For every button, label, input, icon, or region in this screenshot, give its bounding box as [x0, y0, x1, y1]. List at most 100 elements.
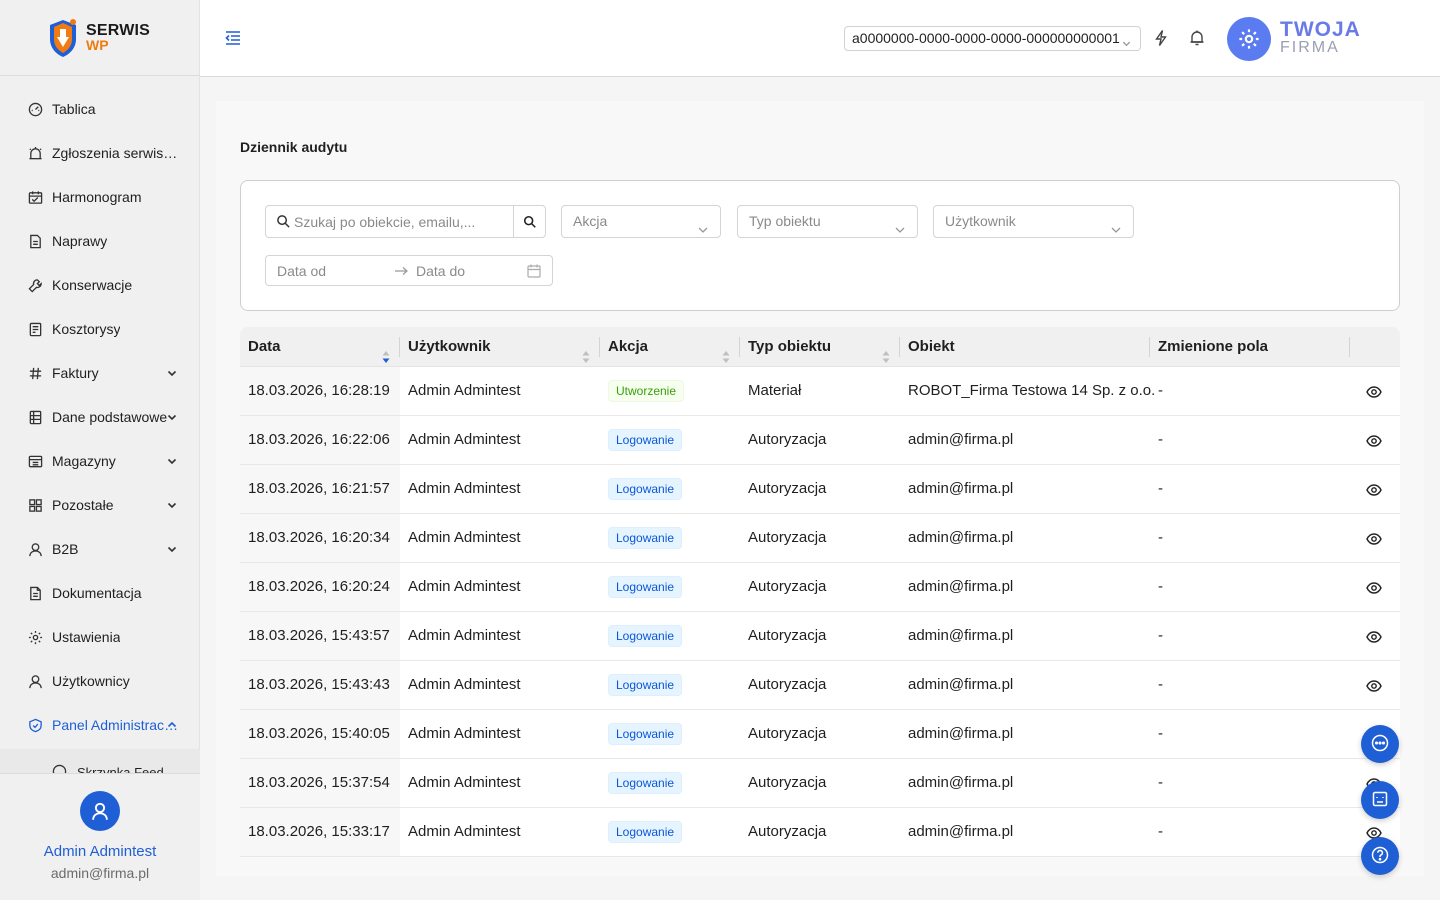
- sort-icon[interactable]: [382, 340, 390, 363]
- cell-user: Admin Admintest: [408, 774, 521, 791]
- sidebar-item-harmonogram[interactable]: Harmonogram: [0, 175, 200, 219]
- date-range-picker[interactable]: Data od Data do: [265, 255, 553, 286]
- sidebar-item-faktury[interactable]: Faktury: [0, 351, 200, 395]
- sidebar-item-konserwacje[interactable]: Konserwacje: [0, 263, 200, 307]
- sidebar-item-tablica[interactable]: Tablica: [0, 87, 200, 131]
- company-line1: TWOJA: [1280, 18, 1361, 41]
- company-logo[interactable]: TWOJA FIRMA: [1227, 17, 1361, 61]
- avatar[interactable]: [80, 791, 120, 831]
- chat-button[interactable]: [1361, 725, 1399, 763]
- sort-icon[interactable]: [882, 340, 890, 363]
- eye-icon[interactable]: [1366, 629, 1382, 645]
- user-select-placeholder: Użytkownik: [945, 213, 1016, 229]
- user-icon: [27, 541, 43, 557]
- sidebar-item-magazyny[interactable]: Magazyny: [0, 439, 200, 483]
- table-row[interactable]: 18.03.2026, 15:40:05 Admin Admintest Logow…: [240, 710, 1400, 759]
- chevron-down-icon[interactable]: [166, 454, 178, 466]
- lightning-icon[interactable]: [1151, 28, 1171, 48]
- top-header: a0000000-0000-0000-0000-000000000001 TWO…: [200, 0, 1440, 77]
- sidebar-item-label: Użytkownicy: [52, 673, 130, 689]
- search-button[interactable]: [513, 206, 545, 237]
- date-to-input[interactable]: Data do: [416, 263, 465, 279]
- shield-icon: [27, 717, 43, 733]
- eye-icon[interactable]: [1366, 531, 1382, 547]
- eye-icon[interactable]: [1366, 384, 1382, 400]
- arrow-right-icon: [394, 264, 408, 278]
- menu-collapse-icon[interactable]: [224, 29, 242, 47]
- sidebar-item-pozostale[interactable]: Pozostałe: [0, 483, 200, 527]
- help-button[interactable]: [1361, 837, 1399, 875]
- chevron-down-icon: [1121, 33, 1132, 47]
- sidebar-subitem-skrzynka-feed[interactable]: Skrzynka Feed: [0, 750, 200, 773]
- table-row[interactable]: 18.03.2026, 16:20:24 Admin Admintest Logow…: [240, 563, 1400, 612]
- column-header-data[interactable]: Data: [240, 327, 400, 367]
- table-row[interactable]: 18.03.2026, 15:33:17 Admin Admintest Logow…: [240, 808, 1400, 857]
- cell-date: 18.03.2026, 16:20:24: [240, 563, 400, 611]
- chevron-down-icon[interactable]: [166, 410, 178, 422]
- sidebar-item-zgloszenia[interactable]: Zgłoszenia serwisowe: [0, 131, 200, 175]
- sidebar-item-b2b[interactable]: B2B: [0, 527, 200, 571]
- users-icon: [27, 673, 43, 689]
- chevron-down-icon[interactable]: [166, 498, 178, 510]
- chevron-down-icon[interactable]: [166, 542, 178, 554]
- eye-icon[interactable]: [1366, 482, 1382, 498]
- tenant-select[interactable]: a0000000-0000-0000-0000-000000000001: [844, 26, 1141, 51]
- sidebar-item-label: Dokumentacja: [52, 585, 142, 601]
- calendar-icon: [527, 264, 541, 278]
- action-select[interactable]: Akcja: [561, 205, 721, 238]
- action-tag: Logowanie: [608, 821, 683, 843]
- chevron-up-icon[interactable]: [166, 718, 178, 730]
- cell-date: 18.03.2026, 16:22:06: [240, 416, 400, 464]
- search-field: [265, 205, 546, 238]
- sidebar-item-label: B2B: [52, 541, 79, 557]
- table-row[interactable]: 18.03.2026, 15:43:43 Admin Admintest Logow…: [240, 661, 1400, 710]
- table-row[interactable]: 18.03.2026, 15:37:54 Admin Admintest Logow…: [240, 759, 1400, 808]
- main-content: Dziennik audytu Akcja Typ obiektu Użytko…: [216, 101, 1424, 876]
- inbox-icon: [52, 764, 68, 773]
- cell-action: Logowanie: [600, 710, 740, 758]
- search-input[interactable]: [294, 206, 510, 237]
- logo[interactable]: SERWIS WP: [0, 0, 199, 76]
- sidebar-item-naprawy[interactable]: Naprawy: [0, 219, 200, 263]
- sidebar-item-panel-administracyjny[interactable]: Panel Administracyjny: [0, 703, 200, 747]
- table-row[interactable]: 18.03.2026, 16:20:34 Admin Admintest Logow…: [240, 514, 1400, 563]
- sort-icon[interactable]: [722, 340, 730, 363]
- table-row[interactable]: 18.03.2026, 16:28:19 Admin Admintest Utwor…: [240, 367, 1400, 416]
- eye-icon[interactable]: [1366, 580, 1382, 596]
- sidebar-item-label: Faktury: [52, 365, 99, 381]
- sort-icon[interactable]: [582, 340, 590, 363]
- assistant-button[interactable]: [1361, 781, 1399, 819]
- table-row[interactable]: 18.03.2026, 15:43:57 Admin Admintest Logow…: [240, 612, 1400, 661]
- column-header-typ-obiektu[interactable]: Typ obiektu: [740, 327, 900, 367]
- sidebar-item-dane-podstawowe[interactable]: Dane podstawowe: [0, 395, 200, 439]
- gear-icon: [27, 629, 43, 645]
- cell-date: 18.03.2026, 15:33:17: [240, 808, 400, 856]
- chevron-down-icon[interactable]: [166, 366, 178, 378]
- eye-icon[interactable]: [1366, 433, 1382, 449]
- table-row[interactable]: 18.03.2026, 16:22:06 Admin Admintest Logow…: [240, 416, 1400, 465]
- cell-date: 18.03.2026, 15:43:43: [240, 661, 400, 709]
- object-type-select[interactable]: Typ obiektu: [737, 205, 918, 238]
- cell-object-type: Autoryzacja: [748, 431, 827, 448]
- chevron-down-icon: [697, 216, 709, 233]
- sidebar-item-ustawienia[interactable]: Ustawienia: [0, 615, 200, 659]
- document-icon: [27, 233, 43, 249]
- cell-changed-fields: -: [1158, 676, 1163, 693]
- table-row[interactable]: 18.03.2026, 16:21:57 Admin Admintest Logow…: [240, 465, 1400, 514]
- bell-icon[interactable]: [1187, 28, 1207, 48]
- wrench-icon: [27, 277, 43, 293]
- eye-icon[interactable]: [1366, 678, 1382, 694]
- sidebar-item-kosztorysy[interactable]: Kosztorysy: [0, 307, 200, 351]
- estimate-icon: [27, 321, 43, 337]
- column-header-akcja[interactable]: Akcja: [600, 327, 740, 367]
- sidebar-submenu: Skrzynka Feed: [0, 749, 200, 773]
- cell-action: Utworzenie: [600, 367, 740, 415]
- sidebar-item-label: Dane podstawowe: [52, 409, 168, 425]
- docs-icon: [27, 585, 43, 601]
- column-header-uzytkownik[interactable]: Użytkownik: [400, 327, 600, 367]
- sidebar-item-uzytkownicy[interactable]: Użytkownicy: [0, 659, 200, 703]
- user-select[interactable]: Użytkownik: [933, 205, 1134, 238]
- sidebar-item-dokumentacja[interactable]: Dokumentacja: [0, 571, 200, 615]
- date-from-input[interactable]: Data od: [277, 263, 326, 279]
- sidebar-user-panel[interactable]: Admin Admintest admin@firma.pl: [0, 773, 200, 900]
